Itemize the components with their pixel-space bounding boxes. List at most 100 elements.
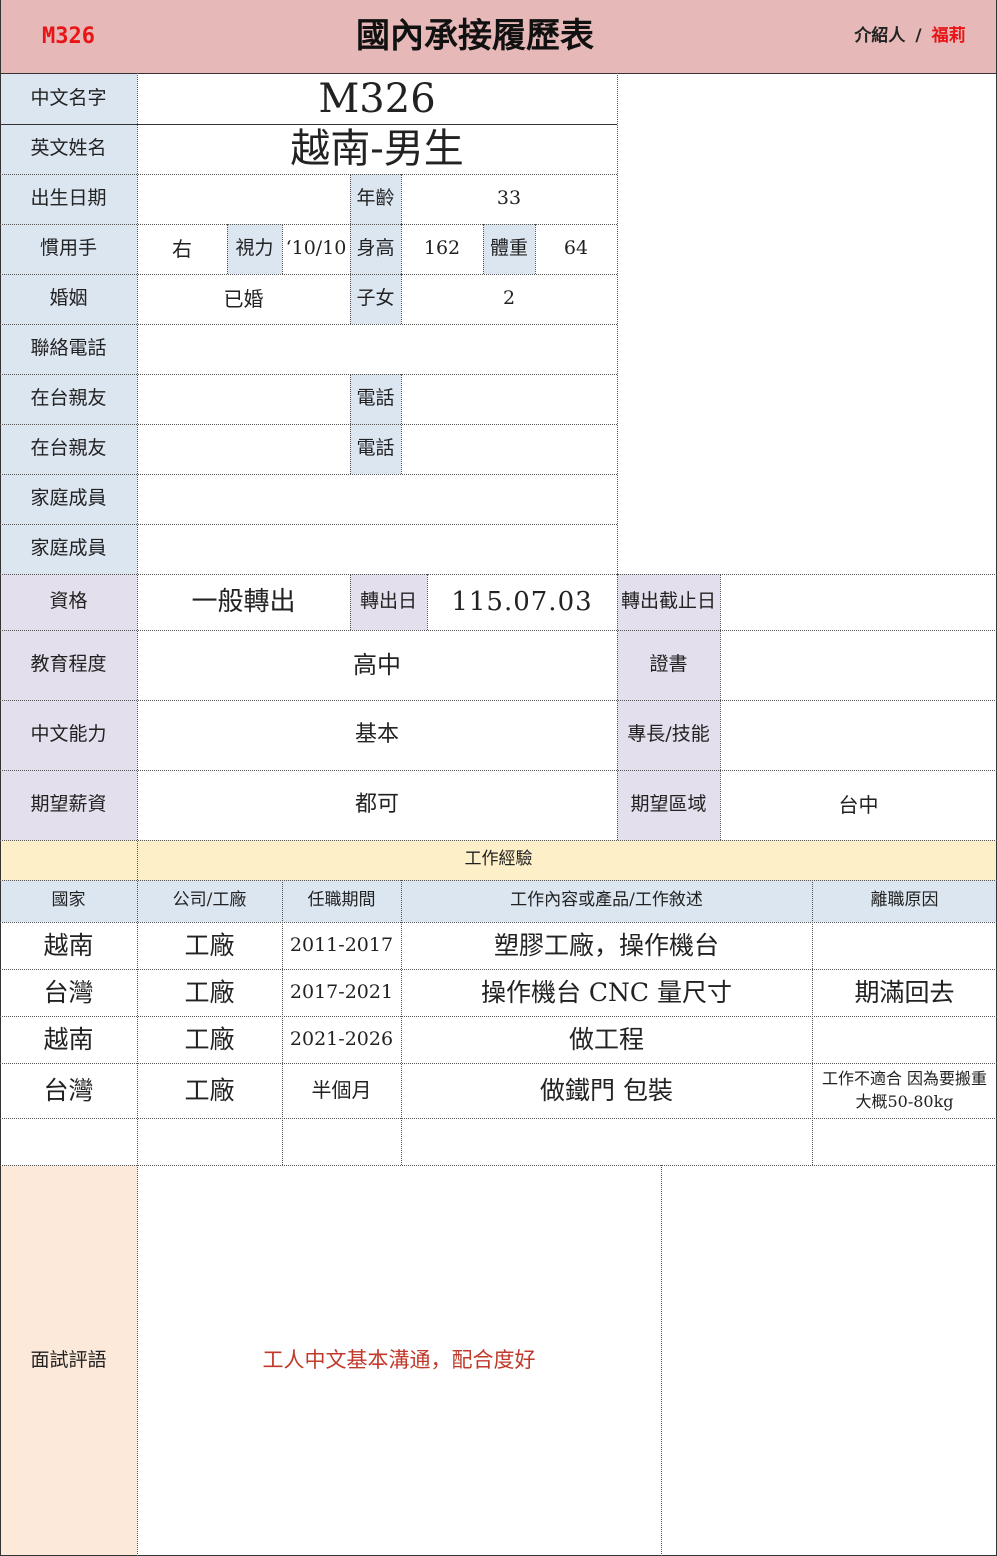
grid-hline xyxy=(0,840,997,841)
grid-vline xyxy=(617,574,618,840)
work-cell-period: 2017-2021 xyxy=(289,980,394,1003)
work-cell-reason xyxy=(812,1118,997,1165)
label-expected-region: 期望區域 xyxy=(617,770,720,840)
grid-vline xyxy=(427,574,428,630)
work-header-reason: 離職原因 xyxy=(812,880,997,922)
label-family-2: 家庭成員 xyxy=(0,524,137,574)
grid-vline xyxy=(720,574,721,840)
introducer: 介紹人 / 福莉 xyxy=(830,0,990,73)
grid-vline xyxy=(137,73,138,1556)
work-header-company: 公司/工廠 xyxy=(137,880,282,922)
label-relative-1: 在台親友 xyxy=(0,374,137,424)
work-header-description: 工作內容或產品/工作敘述 xyxy=(401,880,812,922)
grid-vline xyxy=(401,174,402,224)
label-height: 身高 xyxy=(350,224,401,274)
label-transfer-date: 轉出日 xyxy=(350,574,427,630)
photo-area xyxy=(617,74,997,574)
value-vision: ‘10/10 xyxy=(285,237,347,260)
grid-hline xyxy=(0,324,617,325)
grid-hline xyxy=(0,1118,997,1119)
work-header-country: 國家 xyxy=(0,880,137,922)
grid-hline xyxy=(0,274,617,275)
grid-vline xyxy=(227,224,228,274)
grid-hline xyxy=(0,424,617,425)
value-phone xyxy=(137,324,617,374)
grid-hline xyxy=(0,124,617,125)
work-cell-description: 做工程 xyxy=(568,1024,644,1054)
grid-vline xyxy=(0,0,1,1556)
value-certificate xyxy=(720,630,997,700)
introducer-name: 福莉 xyxy=(931,25,966,46)
value-specialty xyxy=(720,700,997,770)
grid-vline xyxy=(483,224,484,274)
label-age: 年齡 xyxy=(350,174,401,224)
work-cell-period: 2011-2017 xyxy=(289,933,394,956)
grid-hline xyxy=(0,922,997,923)
work-cell-period: 半個月 xyxy=(311,1078,372,1102)
work-cell-company xyxy=(137,1118,282,1165)
grid-hline xyxy=(0,770,997,771)
work-cell-reason xyxy=(812,1016,997,1063)
grid-vline xyxy=(617,73,618,574)
work-cell-reason: 工作不適合 因為要搬重大概50-80kg xyxy=(821,1069,988,1111)
work-cell-company: 工廠 xyxy=(184,930,235,960)
grid-vline xyxy=(401,224,402,274)
label-chinese-ability: 中文能力 xyxy=(0,700,137,770)
label-expected-salary: 期望薪資 xyxy=(0,770,137,840)
label-children: 子女 xyxy=(350,274,401,324)
value-handedness: 右 xyxy=(172,236,192,261)
grid-vline xyxy=(401,274,402,324)
work-cell-company: 工廠 xyxy=(184,1024,235,1054)
work-cell-description xyxy=(401,1118,812,1165)
label-certificate: 證書 xyxy=(617,630,720,700)
grid-hline xyxy=(0,574,997,575)
value-chinese-name: M326 xyxy=(318,76,436,122)
grid-hline xyxy=(0,224,617,225)
work-title: 工作經驗 xyxy=(0,840,997,880)
work-cell-period xyxy=(282,1118,401,1165)
label-handedness: 慣用手 xyxy=(0,224,137,274)
work-cell-country xyxy=(0,1118,137,1165)
value-qualification: 一般轉出 xyxy=(191,586,296,617)
label-english-name: 英文姓名 xyxy=(0,124,137,174)
grid-vline xyxy=(535,224,536,274)
interview-comment-text: 工人中文基本溝通，配合度好 xyxy=(262,1348,536,1373)
grid-hline xyxy=(0,1165,997,1166)
value-age: 33 xyxy=(496,187,522,210)
grid-hline xyxy=(0,474,617,475)
value-english-name: 越南-男生 xyxy=(290,126,464,172)
label-marriage: 婚姻 xyxy=(0,274,137,324)
grid-hline xyxy=(0,1016,997,1017)
label-chinese-name: 中文名字 xyxy=(0,74,137,124)
label-specialty: 專長/技能 xyxy=(617,700,720,770)
interview-comment-area: 工人中文基本溝通，配合度好 xyxy=(137,1165,661,1556)
grid-hline xyxy=(0,73,997,74)
value-education: 高中 xyxy=(353,651,401,679)
grid-vline xyxy=(350,224,351,274)
label-family-1: 家庭成員 xyxy=(0,474,137,524)
work-cell-country: 越南 xyxy=(43,1024,94,1054)
value-transfer-deadline xyxy=(720,574,997,630)
value-birth-date xyxy=(137,174,350,224)
work-cell-reason xyxy=(812,922,997,969)
work-cell-company: 工廠 xyxy=(184,977,235,1007)
label-interview-comment: 面試評語 xyxy=(0,1165,137,1556)
work-cell-country: 台灣 xyxy=(43,977,94,1007)
grid-vline xyxy=(661,1165,662,1556)
work-cell-reason: 期滿回去 xyxy=(854,977,955,1007)
grid-hline xyxy=(0,880,997,881)
header-code: M326 xyxy=(42,23,95,49)
label-education: 教育程度 xyxy=(0,630,137,700)
grid-vline xyxy=(812,880,813,1165)
label-weight: 體重 xyxy=(483,224,535,274)
label-relative-1-phone: 電話 xyxy=(350,374,401,424)
label-relative-2: 在台親友 xyxy=(0,424,137,474)
work-cell-description: 塑膠工廠，操作機台 xyxy=(493,930,719,960)
grid-vline xyxy=(282,880,283,1165)
value-chinese-ability: 基本 xyxy=(354,722,399,748)
introducer-separator: / xyxy=(915,25,922,46)
value-weight: 64 xyxy=(563,237,589,260)
grid-vline xyxy=(350,374,351,474)
label-transfer-deadline: 轉出截止日 xyxy=(617,574,720,630)
grid-vline xyxy=(401,374,402,474)
